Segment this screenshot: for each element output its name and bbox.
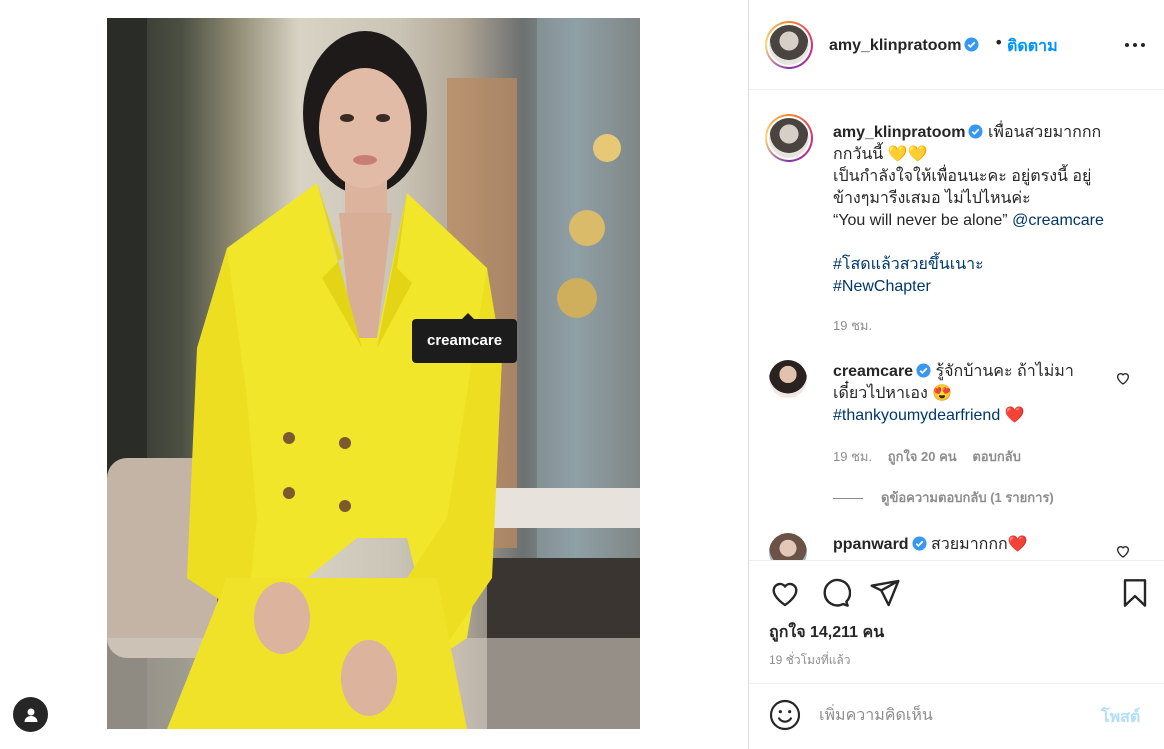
author-avatar[interactable] <box>765 21 813 69</box>
comments-list[interactable]: amy_klinpratoom เพื่อนสวยมากกก กกวันนี้ … <box>749 90 1164 560</box>
comment-icon[interactable] <box>819 577 851 609</box>
comment-input[interactable] <box>819 704 1079 728</box>
commenter-avatar[interactable] <box>769 360 807 398</box>
view-replies-label: ดูข้อความตอบกลับ (1 รายการ) <box>881 490 1054 505</box>
post-actions: ถูกใจ 14,211 คน 19 ชั่วโมงที่แล้ว <box>749 560 1164 700</box>
comment-author[interactable]: creamcare <box>833 363 913 380</box>
comment: creamcare รู้จักบ้านคะ ถ้าไม่มา เดี๋ยวไป… <box>833 361 1103 427</box>
view-replies-button[interactable]: ดูข้อความตอบกลับ (1 รายการ) <box>833 487 1054 508</box>
post-header: amy_klinpratoom • ติดตาม <box>749 0 1164 90</box>
post-comment-button[interactable]: โพสต์ <box>1101 705 1140 730</box>
post-side-panel: amy_klinpratoom • ติดตาม amy_klinpratoom… <box>748 0 1164 749</box>
comment-time[interactable]: 19 ชม. <box>833 449 872 464</box>
verified-badge-icon <box>968 124 984 139</box>
caption-line: เพื่อนสวยมากกก <box>987 124 1102 141</box>
comment-like-heart-icon[interactable] <box>1115 543 1131 559</box>
caption: amy_klinpratoom เพื่อนสวยมากกก กกวันนี้ … <box>833 122 1133 298</box>
replies-rule <box>833 498 863 500</box>
caption-line: “You will never be alone” <box>833 212 1008 229</box>
bookmark-icon[interactable] <box>1119 577 1151 609</box>
post-photo[interactable] <box>107 18 640 729</box>
caption-line: กกวันนี้ 💛💛 <box>833 146 928 163</box>
likes-count[interactable]: ถูกใจ 14,211 คน <box>769 620 884 645</box>
heart-icon[interactable] <box>769 577 801 609</box>
photo-illustration <box>107 18 640 729</box>
comment-likes[interactable]: ถูกใจ 20 คน <box>888 449 957 464</box>
caption-author-avatar[interactable] <box>765 114 813 162</box>
header-separator: • <box>994 33 1004 52</box>
caption-line: เป็นกำลังใจให้เพื่อนนะคะ อยู่ตรงนี้ อยู่ <box>833 168 1092 185</box>
verified-badge-icon <box>912 536 927 551</box>
media-panel: creamcare <box>0 0 748 749</box>
follow-button[interactable]: ติดตาม <box>1007 34 1058 59</box>
more-options-icon[interactable] <box>1124 38 1146 52</box>
emoji-icon[interactable] <box>769 699 801 731</box>
comment-text-line: สวยมากกก❤️ <box>931 536 1028 553</box>
caption-hashtag[interactable]: #NewChapter <box>833 276 1133 298</box>
caption-hashtag[interactable]: #โสดแล้วสวยขึ้นเนาะ <box>833 254 1133 276</box>
comment-meta: 19 ชม. ถูกใจ 20 คน ตอบกลับ <box>833 446 1033 467</box>
post-time[interactable]: 19 ชั่วโมงที่แล้ว <box>769 651 851 670</box>
author-username[interactable]: amy_klinpratoom <box>829 37 961 54</box>
reply-button[interactable]: ตอบกลับ <box>972 449 1021 464</box>
commenter-avatar[interactable] <box>769 533 807 560</box>
user-tag-button[interactable] <box>13 697 48 732</box>
add-comment-bar: โพสต์ <box>749 683 1164 749</box>
caption-line: ข้างๆมารีงเสมอ ไม่ไปไหนค่ะ <box>833 190 1031 207</box>
comment: ppanward สวยมากกก❤️ <box>833 534 1103 556</box>
caption-mention[interactable]: @creamcare <box>1012 212 1104 229</box>
caption-time[interactable]: 19 ชม. <box>833 315 872 336</box>
user-tag-icon <box>24 708 37 722</box>
comment-author[interactable]: ppanward <box>833 536 909 553</box>
comment-emoji: ❤️ <box>1004 407 1025 424</box>
author-username-row: amy_klinpratoom <box>829 35 980 55</box>
caption-author[interactable]: amy_klinpratoom <box>833 124 965 141</box>
comment-text-line: รู้จักบ้านคะ ถ้าไม่มา <box>935 363 1074 380</box>
photo-tag-tooltip[interactable]: creamcare <box>412 313 518 363</box>
comment-like-heart-icon[interactable] <box>1115 370 1131 386</box>
verified-badge-icon <box>964 37 980 52</box>
comment-hashtag[interactable]: #thankyoumydearfriend <box>833 407 1000 424</box>
comment-text-line: เดี๋ยวไปหาเอง 😍 <box>833 385 953 402</box>
verified-badge-icon <box>916 363 931 378</box>
share-icon[interactable] <box>869 577 901 609</box>
